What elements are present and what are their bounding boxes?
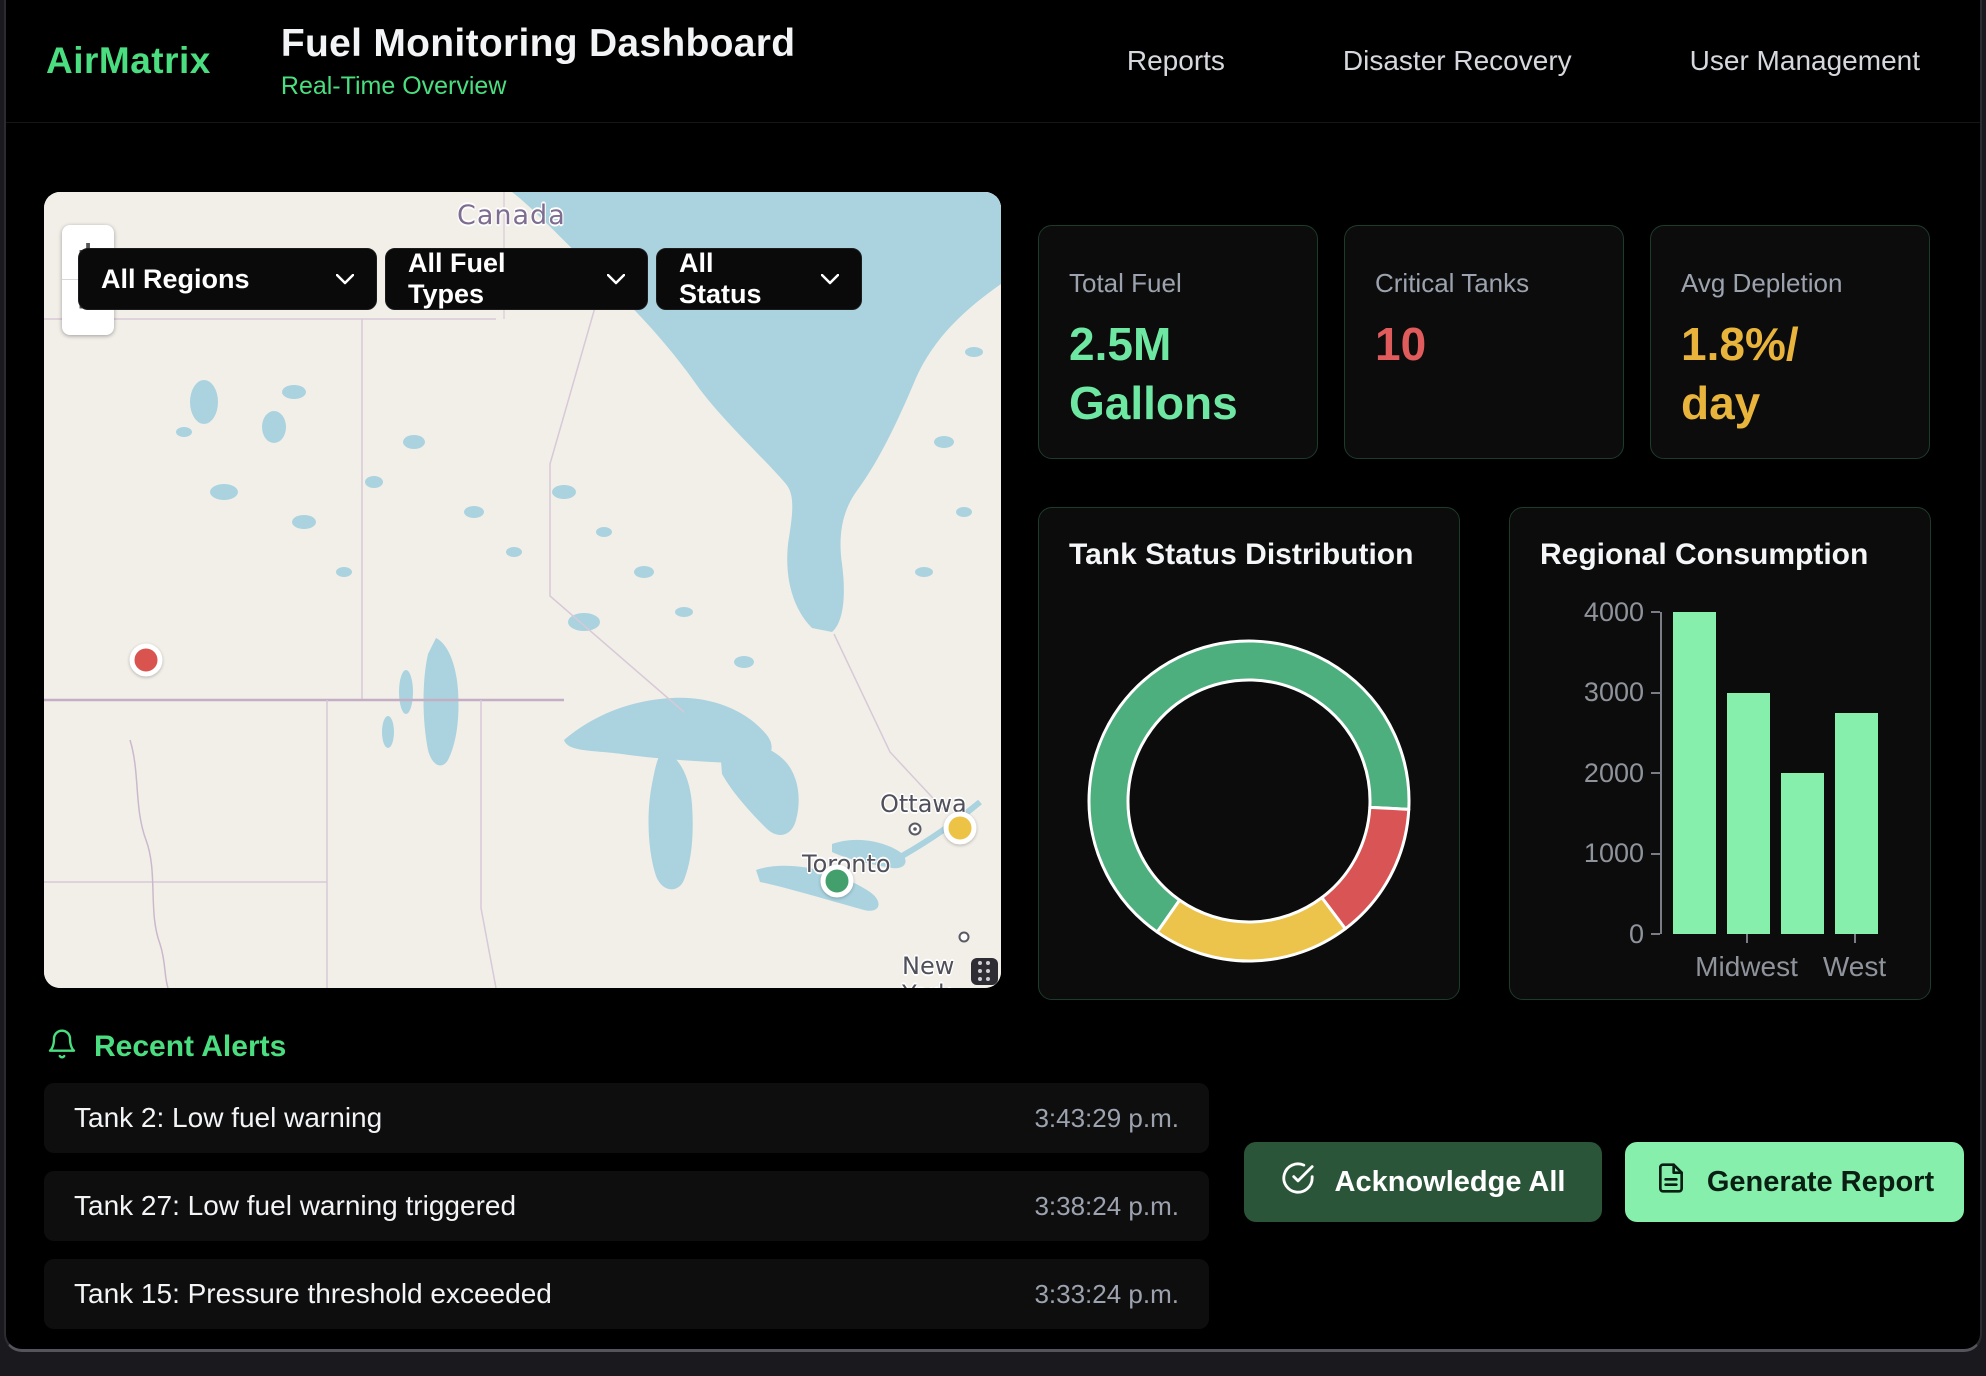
chart-title: Tank Status Distribution: [1069, 538, 1429, 572]
fuel-type-filter-label: All Fuel Types: [408, 248, 589, 310]
right-column: Total Fuel 2.5M Gallons Critical Tanks 1…: [1038, 225, 1931, 1000]
alert-message: Tank 15: Pressure threshold exceeded: [74, 1278, 552, 1310]
x-tick-label: West: [1823, 951, 1886, 983]
nav-item-user-management[interactable]: User Management: [1690, 45, 1920, 77]
stat-card-total-fuel: Total Fuel 2.5M Gallons: [1038, 225, 1318, 459]
bell-icon: [46, 1028, 78, 1065]
chevron-down-icon: [821, 274, 839, 285]
y-tick-label: 1000: [1584, 838, 1644, 869]
generate-report-button[interactable]: Generate Report: [1625, 1142, 1964, 1222]
map-label-canada: Canada: [457, 200, 566, 231]
chart-title: Regional Consumption: [1540, 538, 1900, 572]
stat-value-line1: 2.5M: [1069, 315, 1287, 374]
critical-tank-marker[interactable]: [130, 644, 163, 677]
y-tick-label: 2000: [1584, 758, 1644, 789]
normal-tank-marker[interactable]: [821, 865, 854, 898]
alert-time: 3:38:24 p.m.: [1034, 1191, 1179, 1222]
region-filter-dropdown[interactable]: All Regions: [78, 248, 377, 310]
y-tick-label: 3000: [1584, 677, 1644, 708]
alert-row[interactable]: Tank 27: Low fuel warning triggered 3:38…: [44, 1171, 1209, 1241]
map-filters: All Regions All Fuel Types All Status: [78, 248, 862, 310]
warning-tank-marker[interactable]: [943, 812, 976, 845]
bar: [1727, 693, 1770, 935]
donut-chart: [1069, 634, 1429, 968]
check-circle-icon: [1281, 1161, 1315, 1203]
bar-plot-area: [1660, 612, 1878, 934]
stat-card-critical-tanks: Critical Tanks 10: [1344, 225, 1624, 459]
bar: [1781, 773, 1824, 934]
stat-value-line2: day: [1681, 374, 1899, 433]
acknowledge-all-button[interactable]: Acknowledge All: [1244, 1142, 1602, 1222]
drag-handle-icon[interactable]: [971, 958, 998, 985]
stat-value-line1: 1.8%/: [1681, 315, 1899, 374]
bar-chart: 4000 3000 2000 1000 0: [1568, 612, 1900, 983]
stat-label: Critical Tanks: [1375, 268, 1593, 299]
title-block: Fuel Monitoring Dashboard Real-Time Over…: [281, 22, 795, 101]
donut-segment-critical: [1322, 807, 1409, 928]
document-icon: [1655, 1162, 1687, 1202]
chevron-down-icon: [607, 274, 625, 285]
stat-value: 2.5M Gallons: [1069, 315, 1287, 433]
stat-card-avg-depletion: Avg Depletion 1.8%/ day: [1650, 225, 1930, 459]
y-tick-label: 0: [1629, 919, 1644, 950]
chevron-down-icon: [336, 274, 354, 285]
y-axis: 4000 3000 2000 1000 0: [1568, 612, 1660, 934]
main-nav: Reports Disaster Recovery User Managemen…: [1127, 45, 1940, 77]
x-axis: Midwest West: [1660, 934, 1900, 983]
donut-segment-warning: [1157, 898, 1345, 961]
bar: [1673, 612, 1716, 934]
charts-row: Tank Status Distribution Regional Consum…: [1038, 507, 1931, 1000]
stat-value: 10: [1375, 315, 1593, 374]
alert-time: 3:33:24 p.m.: [1034, 1279, 1179, 1310]
alerts-list: Tank 2: Low fuel warning 3:43:29 p.m. Ta…: [44, 1083, 1209, 1329]
alert-row[interactable]: Tank 2: Low fuel warning 3:43:29 p.m.: [44, 1083, 1209, 1153]
y-tick-label: 4000: [1584, 597, 1644, 628]
stats-row: Total Fuel 2.5M Gallons Critical Tanks 1…: [1038, 225, 1931, 459]
header: AirMatrix Fuel Monitoring Dashboard Real…: [6, 0, 1980, 123]
stat-value-line2: Gallons: [1069, 374, 1287, 433]
stat-label: Total Fuel: [1069, 268, 1287, 299]
tank-map[interactable]: Canada Ottawa Toronto New York + − All R…: [44, 192, 1001, 988]
acknowledge-all-label: Acknowledge All: [1335, 1166, 1566, 1199]
page-title: Fuel Monitoring Dashboard: [281, 22, 795, 66]
brand-logo: AirMatrix: [46, 40, 211, 82]
alert-message: Tank 27: Low fuel warning triggered: [74, 1190, 516, 1222]
status-filter-dropdown[interactable]: All Status: [656, 248, 862, 310]
stat-value-line1: 10: [1375, 315, 1593, 374]
action-buttons: Acknowledge All Generate Report: [1244, 1142, 1964, 1222]
dashboard-window: AirMatrix Fuel Monitoring Dashboard Real…: [4, 0, 1982, 1352]
alerts-title: Recent Alerts: [94, 1030, 286, 1064]
alerts-header: Recent Alerts: [46, 1028, 286, 1065]
page-subtitle: Real-Time Overview: [281, 72, 795, 101]
nav-item-reports[interactable]: Reports: [1127, 45, 1225, 77]
stat-value: 1.8%/ day: [1681, 315, 1899, 433]
generate-report-label: Generate Report: [1707, 1166, 1934, 1199]
status-filter-label: All Status: [679, 248, 803, 310]
alert-time: 3:43:29 p.m.: [1034, 1103, 1179, 1134]
alert-row[interactable]: Tank 15: Pressure threshold exceeded 3:3…: [44, 1259, 1209, 1329]
alert-message: Tank 2: Low fuel warning: [74, 1102, 382, 1134]
bar: [1835, 713, 1878, 934]
nav-item-disaster-recovery[interactable]: Disaster Recovery: [1343, 45, 1572, 77]
fuel-type-filter-dropdown[interactable]: All Fuel Types: [385, 248, 648, 310]
stat-label: Avg Depletion: [1681, 268, 1899, 299]
tank-status-chart-card: Tank Status Distribution: [1038, 507, 1460, 1000]
region-filter-label: All Regions: [101, 264, 250, 295]
donut-svg: [1082, 634, 1416, 968]
regional-consumption-chart-card: Regional Consumption 4000 3000 2000 1000…: [1509, 507, 1931, 1000]
